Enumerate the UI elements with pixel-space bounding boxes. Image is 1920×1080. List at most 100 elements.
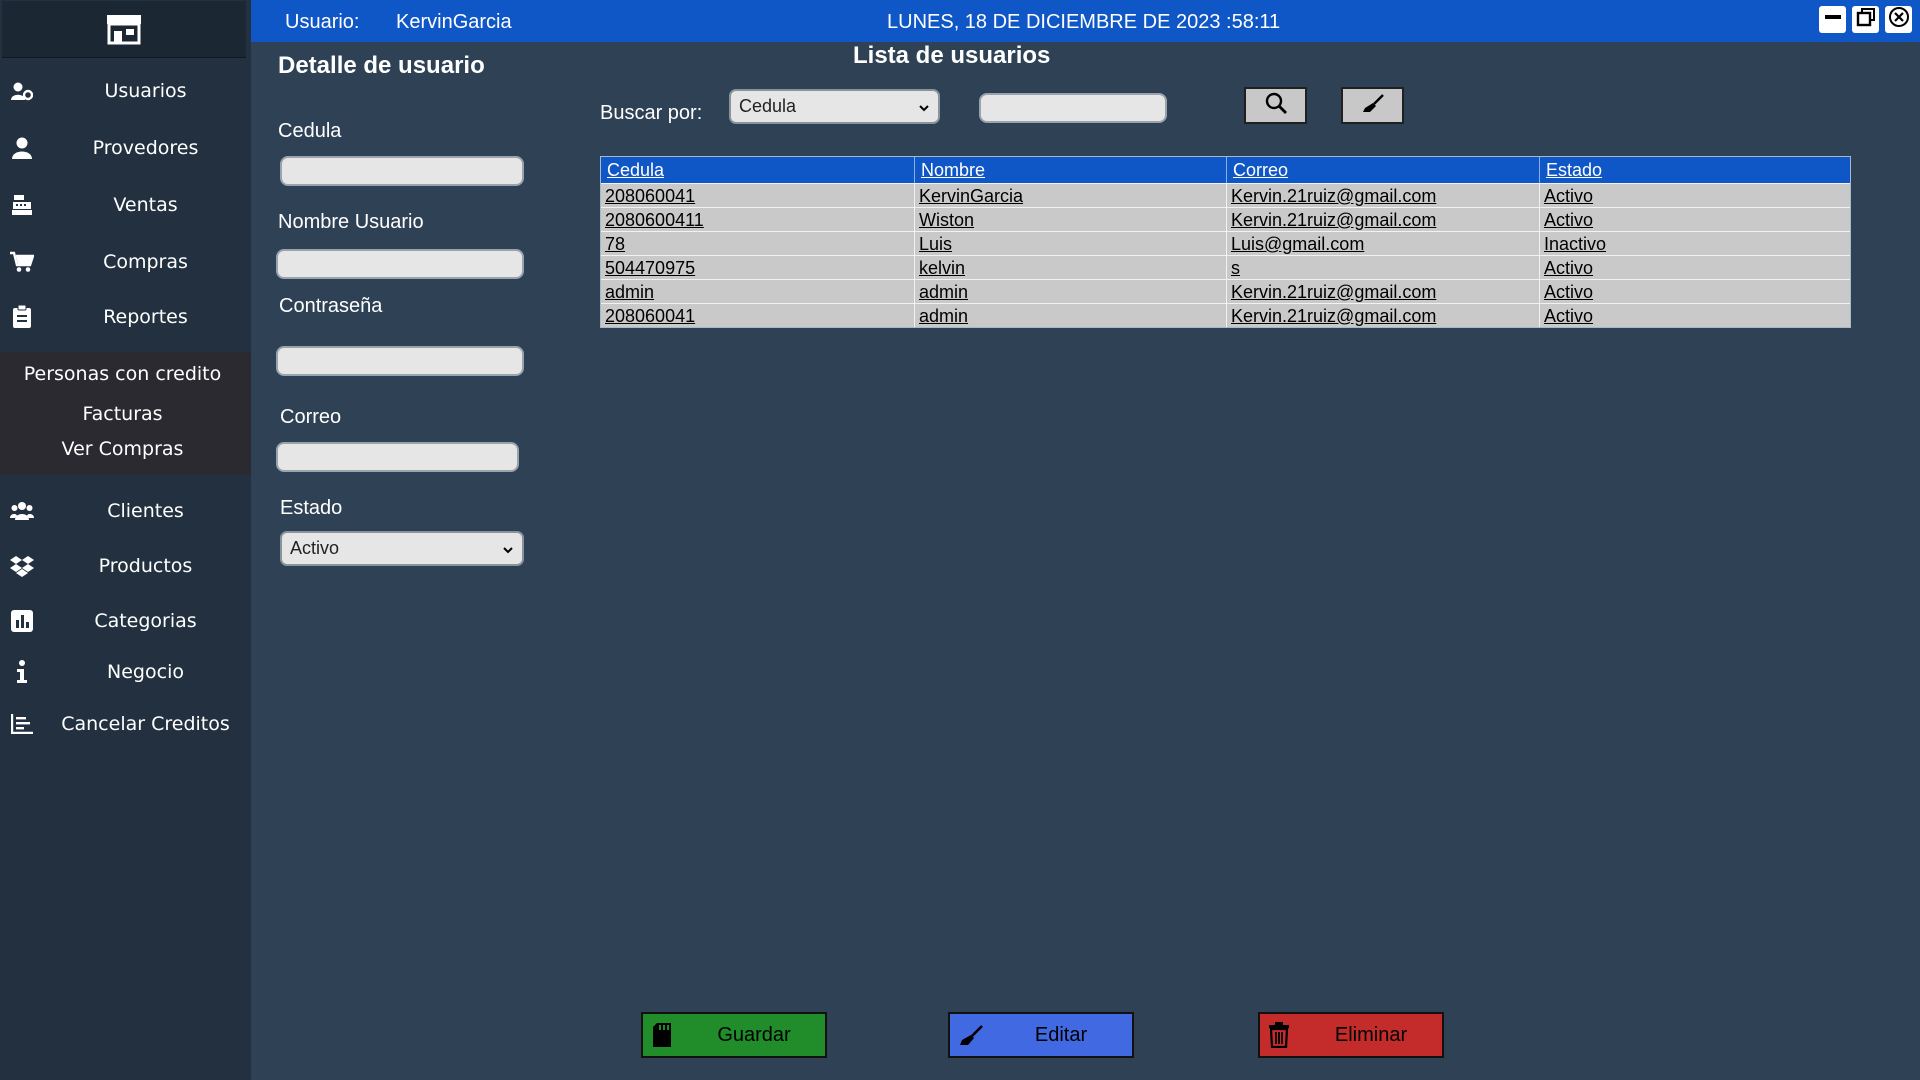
correo-label: Correo [280,406,342,428]
restore-button[interactable] [1852,6,1879,33]
sidebar-item-label: Provedores [92,137,199,159]
minimize-icon [1823,7,1843,32]
estado-select-value: Activo [290,538,340,558]
cell-cedula: admin [605,282,655,302]
column-header-correo[interactable]: Correo [1226,157,1539,183]
sidebar-item-ventas[interactable]: Ventas [0,182,251,228]
edit-label: Editar [1034,1023,1088,1046]
correo-input[interactable] [276,442,519,472]
table-row[interactable]: 78 Luis Luis@gmail.com Inactivo [601,231,1850,255]
users-icon [9,498,35,524]
list-chart-icon [9,711,35,737]
cell-correo: Kervin.21ruiz@gmail.com [1226,304,1539,327]
store-icon [107,15,141,45]
cell-nombre: KervinGarcia [914,184,1226,207]
contrasena-input[interactable] [276,346,524,376]
broom-icon [1361,93,1385,118]
chevron-down-icon [918,99,930,120]
cedula-label: Cedula [278,120,342,142]
column-header-cedula[interactable]: Cedula [601,157,914,183]
cell-correo: Kervin.21ruiz@gmail.com [1226,184,1539,207]
cell-nombre: admin [914,280,1226,303]
delete-button[interactable]: Eliminar [1258,1012,1444,1058]
edit-button[interactable]: Editar [948,1012,1134,1058]
cell-nombre: Wiston [914,208,1226,231]
cell-correo: s [1226,256,1539,279]
users-gear-icon [9,78,35,104]
close-icon [1888,6,1910,33]
close-button[interactable] [1885,6,1912,33]
cell-cedula: 2080600411 [605,210,704,230]
minimize-button[interactable] [1819,6,1846,33]
cell-correo: Luis@gmail.com [1226,232,1539,255]
sidebar-item-label: Negocio [107,661,184,683]
submenu-item-personas-con-credito[interactable]: Personas con credito [0,363,245,385]
submenu-item-ver-compras[interactable]: Ver Compras [0,438,245,460]
search-icon [1264,91,1288,120]
table-row[interactable]: 2080600411 Wiston Kervin.21ruiz@gmail.co… [601,207,1850,231]
trash-icon [1268,1022,1290,1053]
bar-chart-icon [9,608,35,634]
chevron-down-icon [502,541,514,562]
cell-cedula: 208060041 [605,186,696,206]
cell-correo: Kervin.21ruiz@gmail.com [1226,208,1539,231]
nombre-usuario-input[interactable] [276,249,524,279]
estado-label: Estado [280,497,343,519]
sidebar-item-reportes[interactable]: Reportes [0,294,251,340]
search-label: Buscar por: [600,102,703,124]
info-icon [9,659,35,685]
sidebar-item-categorias[interactable]: Categorias [0,598,251,644]
search-input[interactable] [979,93,1167,123]
cedula-input[interactable] [280,156,524,186]
reportes-submenu: Personas con credito Facturas Ver Compra… [0,352,251,474]
cell-estado: Activo [1539,184,1850,207]
clipboard-icon [9,304,35,330]
cell-nombre: Luis [914,232,1226,255]
search-button[interactable] [1244,87,1307,124]
save-button[interactable]: Guardar [641,1012,827,1058]
cell-estado: Activo [1539,256,1850,279]
sidebar-item-compras[interactable]: Compras [0,239,251,285]
search-by-select[interactable]: Cedula [729,89,940,124]
delete-label: Eliminar [1334,1023,1408,1046]
sidebar-item-usuarios[interactable]: Usuarios [0,68,251,114]
broom-icon [958,1024,984,1051]
sidebar-item-negocio[interactable]: Negocio [0,649,251,695]
sidebar-item-label: Cancelar Creditos [61,713,230,735]
sidebar-item-label: Ventas [113,194,178,216]
form-title: Detalle de usuario [278,52,485,79]
cell-cedula: 78 [605,234,626,254]
sidebar-item-provedores[interactable]: Provedores [0,125,251,171]
sidebar-item-cancelar-creditos[interactable]: Cancelar Creditos [0,701,251,747]
restore-icon [1856,7,1876,32]
sidebar-item-clientes[interactable]: Clientes [0,488,251,534]
cash-register-icon [9,192,35,218]
cell-cedula: 208060041 [605,306,696,326]
sidebar-item-label: Categorias [94,610,197,632]
column-header-nombre[interactable]: Nombre [914,157,1226,183]
sidebar: Usuarios Provedores Ventas Compras Repor… [0,0,251,1080]
nombre-usuario-label: Nombre Usuario [278,211,424,233]
clear-search-button[interactable] [1341,87,1404,124]
save-label: Guardar [717,1023,791,1046]
table-row[interactable]: admin admin Kervin.21ruiz@gmail.com Acti… [601,279,1850,303]
table-header: Cedula Nombre Correo Estado [601,157,1850,183]
datetime: LUNES, 18 DE DICIEMBRE DE 2023 :58:11 [887,11,1281,33]
table-row[interactable]: 208060041 KervinGarcia Kervin.21ruiz@gma… [601,183,1850,207]
table-row[interactable]: 504470975 kelvin s Activo [601,255,1850,279]
sidebar-item-productos[interactable]: Productos [0,543,251,589]
user-name: KervinGarcia [396,11,512,33]
user-label: Usuario: [285,11,360,33]
cell-estado: Inactivo [1539,232,1850,255]
sd-card-icon [651,1022,673,1053]
store-logo [2,1,246,58]
estado-select[interactable]: Activo [280,531,524,566]
cell-estado: Activo [1539,304,1850,327]
cell-estado: Activo [1539,280,1850,303]
column-header-estado[interactable]: Estado [1539,157,1850,183]
sidebar-item-label: Usuarios [104,80,187,102]
table-row[interactable]: 208060041 admin Kervin.21ruiz@gmail.com … [601,303,1850,327]
top-bar: Usuario: KervinGarcia LUNES, 18 DE DICIE… [251,0,1920,42]
sidebar-item-label: Reportes [103,306,188,328]
submenu-item-facturas[interactable]: Facturas [0,403,245,425]
